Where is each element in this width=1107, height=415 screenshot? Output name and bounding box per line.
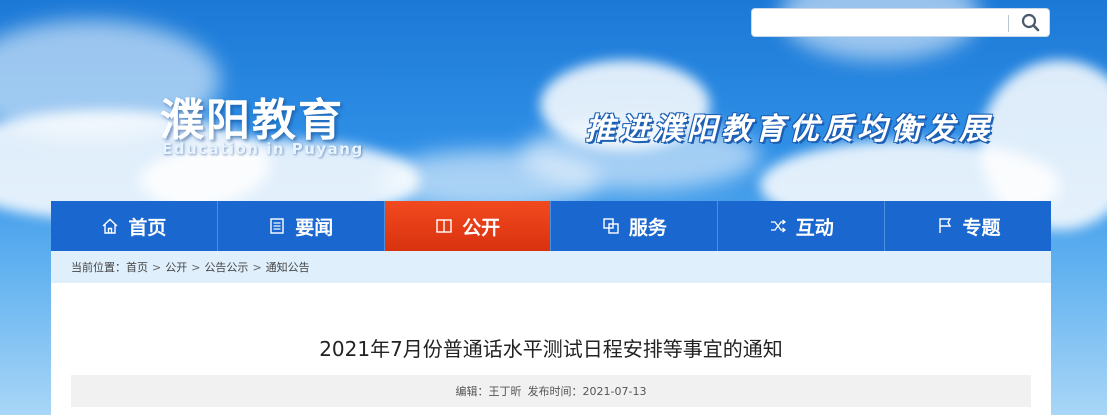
book-icon <box>435 217 453 235</box>
breadcrumb-separator: > <box>252 260 262 274</box>
breadcrumb-item-announcements[interactable]: 公告公示 <box>204 259 248 275</box>
site-slogan: 推进濮阳教育优质均衡发展 <box>585 112 993 147</box>
breadcrumb-prefix: 当前位置： <box>71 261 126 274</box>
breadcrumb-item-home[interactable]: 首页 <box>126 259 148 275</box>
nav-label: 公开 <box>462 216 501 239</box>
nav-label: 首页 <box>128 216 167 239</box>
nav-item-service[interactable]: 服务 <box>551 201 719 251</box>
search-box <box>751 8 1050 37</box>
nav-item-news[interactable]: 要闻 <box>218 201 385 251</box>
search-icon <box>1021 13 1040 32</box>
main-nav: 首页 要闻 公开 服务 互动 专题 <box>51 201 1051 251</box>
nav-item-public[interactable]: 公开 <box>384 201 552 251</box>
site-logo[interactable]: 濮阳教育 <box>160 84 344 148</box>
search-button[interactable] <box>1018 11 1044 35</box>
article-editor: 编辑：王丁昕 <box>455 385 522 398</box>
breadcrumb-item-public[interactable]: 公开 <box>165 259 187 275</box>
nav-label: 专题 <box>962 216 1001 239</box>
nav-label: 互动 <box>795 216 834 239</box>
article-title: 2021年7月份普通话水平测试日程安排等事宜的通知 <box>319 337 783 361</box>
article-date: 发布时间：2021-07-13 <box>527 385 647 398</box>
nav-item-home[interactable]: 首页 <box>51 201 218 251</box>
search-divider <box>1008 15 1009 32</box>
news-icon <box>268 217 286 235</box>
flag-icon <box>936 217 954 235</box>
breadcrumb-separator: > <box>152 260 162 274</box>
nav-item-topics[interactable]: 专题 <box>885 201 1051 251</box>
breadcrumb-item-notices[interactable]: 通知公告 <box>266 259 310 275</box>
article-container: 2021年7月份普通话水平测试日程安排等事宜的通知 编辑：王丁昕 发布时间：20… <box>51 283 1051 415</box>
shuffle-icon <box>769 217 787 235</box>
nav-label: 要闻 <box>295 216 334 239</box>
nav-item-interact[interactable]: 互动 <box>718 201 886 251</box>
site-logo-subtitle: Education in Puyang <box>162 140 364 158</box>
breadcrumb-separator: > <box>191 260 201 274</box>
breadcrumb: 当前位置： 首页 > 公开 > 公告公示 > 通知公告 <box>51 251 1051 283</box>
service-icon <box>602 217 620 235</box>
nav-label: 服务 <box>628 216 667 239</box>
search-input[interactable] <box>758 13 998 33</box>
home-icon <box>101 217 119 235</box>
article-meta: 编辑：王丁昕 发布时间：2021-07-13 <box>71 375 1031 407</box>
